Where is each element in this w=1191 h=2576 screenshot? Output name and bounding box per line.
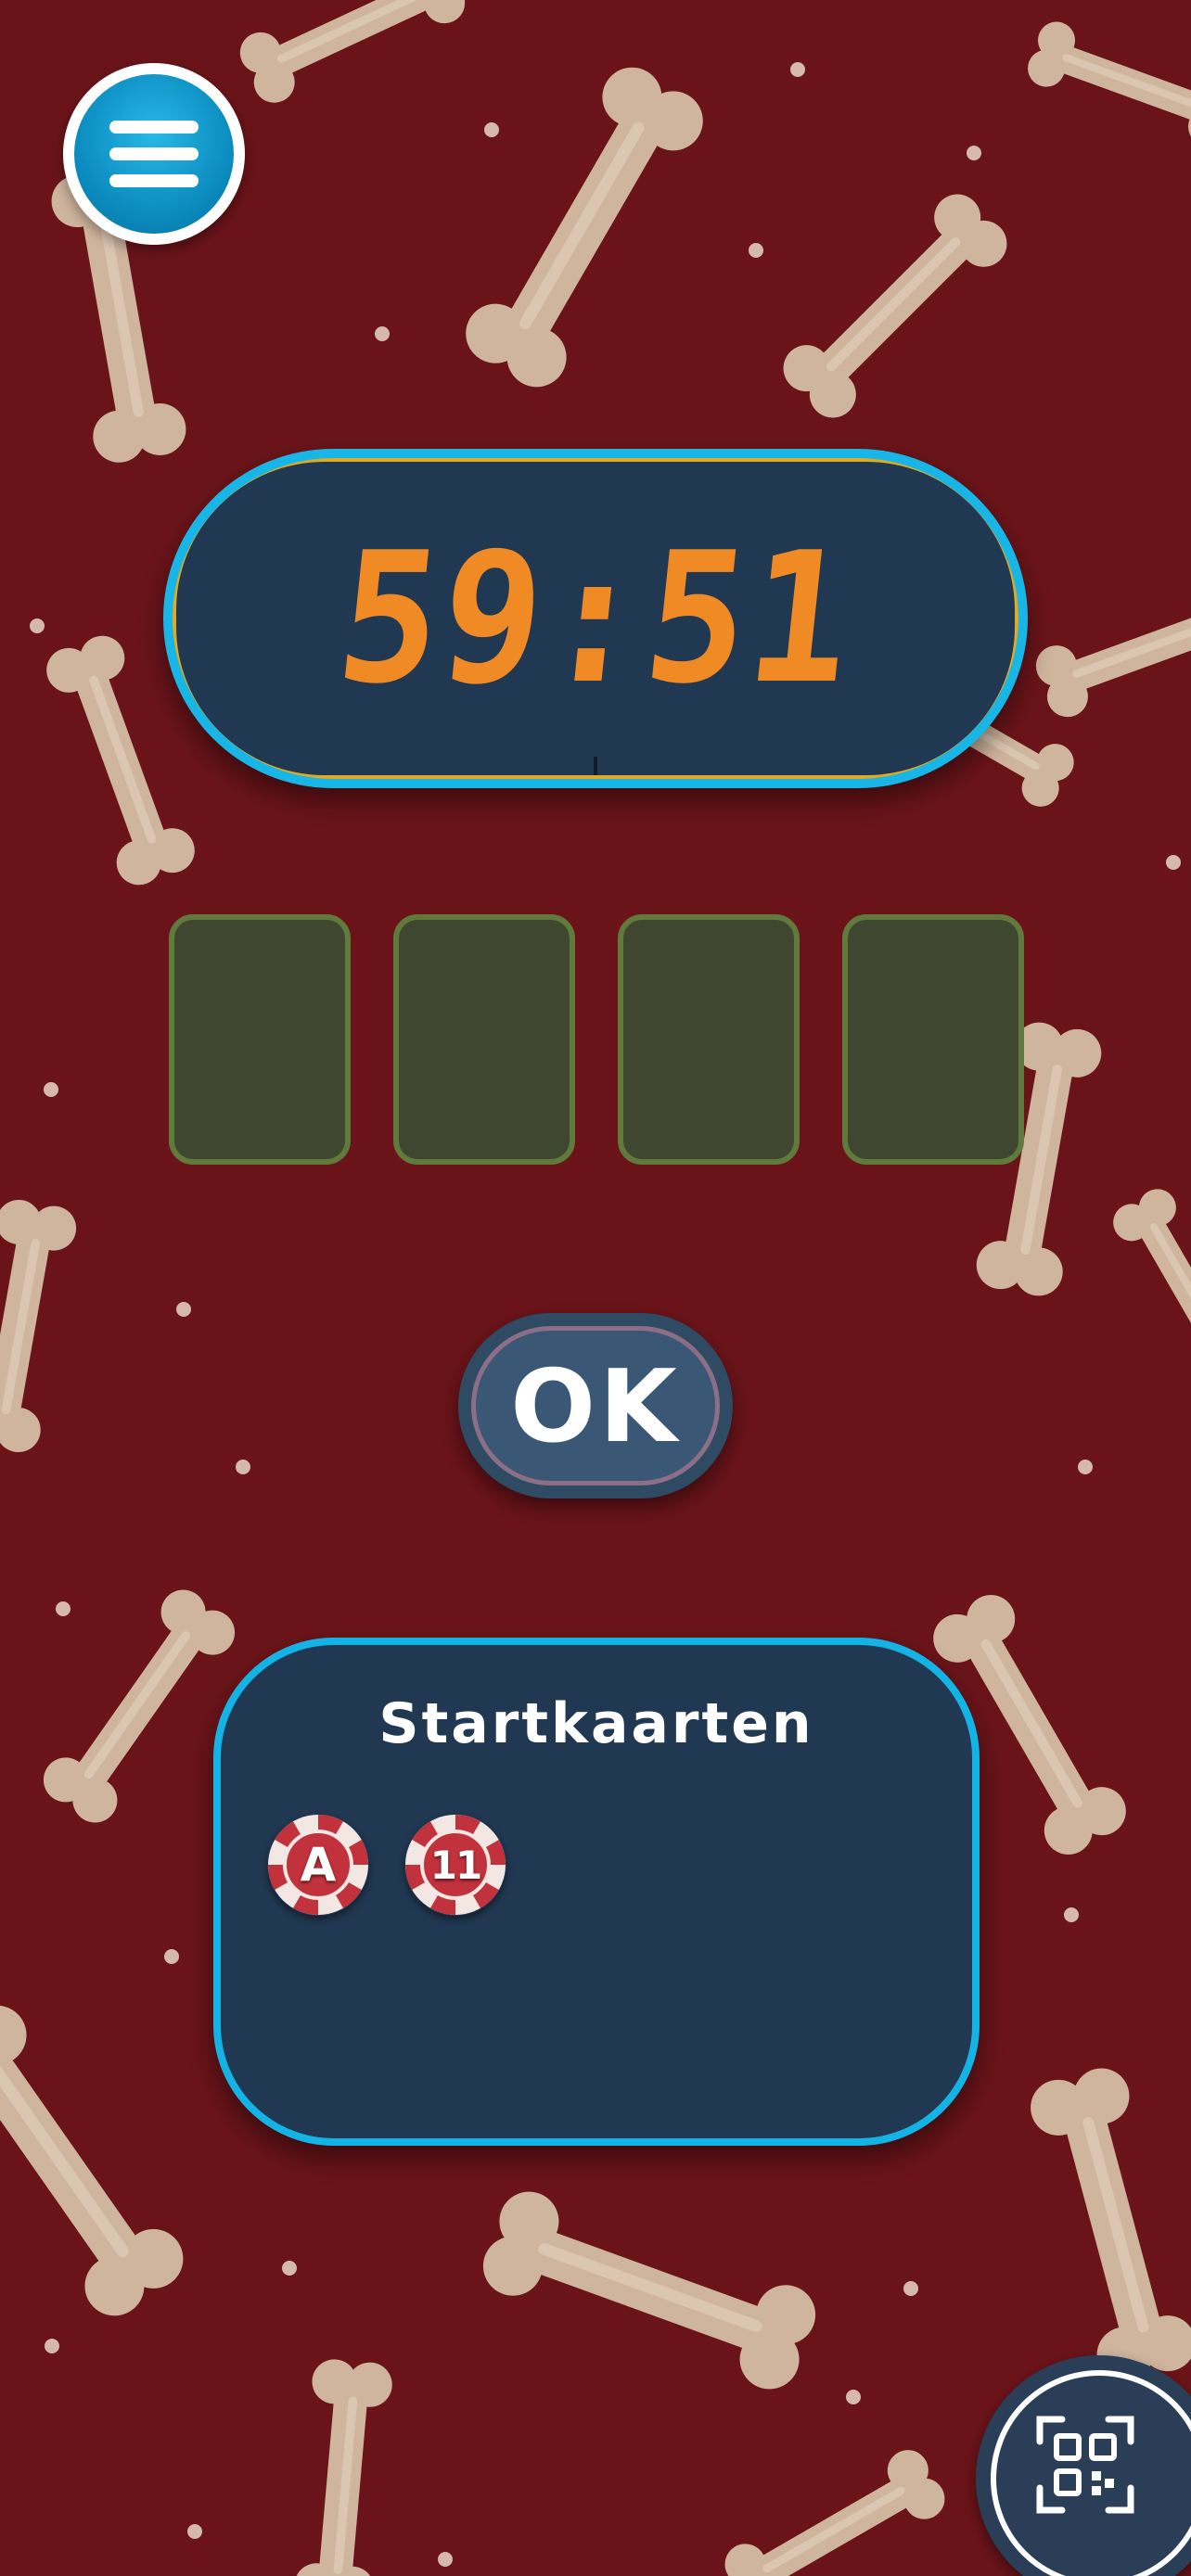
menu-button-face [74,74,234,234]
timer-display: 59:51 [328,514,863,723]
start-cards-panel: Startkaarten A 11 [213,1638,980,2146]
ok-button[interactable]: OK [458,1313,733,1498]
bones-background [0,0,1191,2576]
menu-button[interactable] [63,63,245,245]
start-card-chip-11[interactable]: 11 [404,1814,506,1916]
code-slot-2[interactable] [393,914,575,1165]
start-cards-title: Startkaarten [378,1691,814,1756]
chip-label: 11 [429,1842,482,1888]
chip-label: A [300,1838,337,1892]
code-slots [169,914,1024,1165]
countdown-timer: 59:51 [163,449,1028,788]
code-slot-4[interactable] [842,914,1024,1165]
hamburger-menu-icon [109,121,198,187]
code-slot-1[interactable] [169,914,351,1165]
code-slot-3[interactable] [618,914,800,1165]
qr-scan-icon [1036,2416,1134,2514]
ok-button-label: OK [510,1349,681,1465]
game-screen: 59:51 OK Startkaarten A 11 [0,0,1191,2576]
start-card-chip-a[interactable]: A [267,1814,369,1916]
timer-face: 59:51 [176,462,1015,775]
ok-button-face: OK [471,1326,720,1486]
